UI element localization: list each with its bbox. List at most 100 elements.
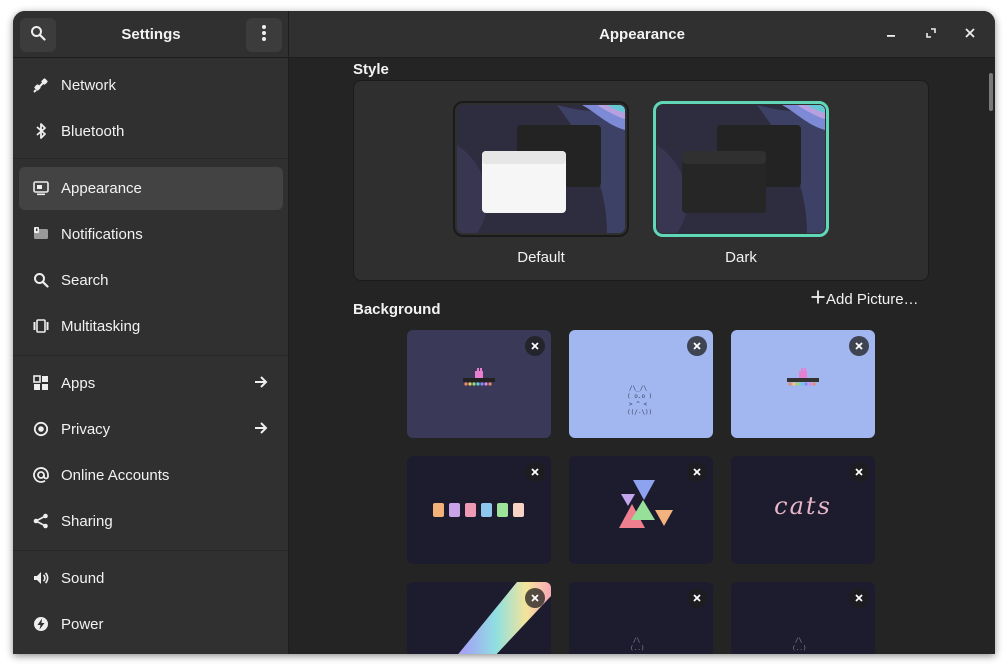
sidebar-title: Settings	[121, 26, 181, 43]
wallpaper-thumbnail[interactable]	[407, 456, 551, 564]
search-button[interactable]	[20, 18, 56, 52]
wallpaper-thumbnail[interactable]: /\ (..)	[569, 582, 713, 654]
svg-text:( o.o ): ( o.o )	[627, 393, 652, 400]
appearance-icon	[33, 179, 49, 197]
sidebar-item-label: Network	[61, 77, 117, 94]
online-accounts-icon	[33, 466, 49, 484]
main-menu-button[interactable]	[246, 18, 282, 52]
style-preview-dark	[657, 105, 825, 233]
appearance-content: Style Default Dark Background Add Pictur…	[289, 59, 995, 654]
sidebar-item-bluetooth[interactable]: Bluetooth	[19, 110, 283, 153]
sidebar-item-label: Power	[61, 616, 104, 633]
apps-icon	[33, 374, 49, 392]
wallpaper-thumbnail[interactable]: /\ (..)	[731, 582, 875, 654]
sidebar-item-power[interactable]: Power	[19, 603, 283, 646]
sidebar-item-label: Search	[61, 272, 109, 289]
cats-text: cats	[774, 492, 832, 520]
remove-wallpaper-button[interactable]	[849, 588, 869, 608]
power-icon	[33, 615, 49, 633]
background-section-title: Background	[353, 301, 441, 318]
close-icon	[855, 463, 863, 481]
sidebar-separator	[13, 158, 289, 159]
close-icon	[855, 337, 863, 355]
sharing-icon	[33, 512, 49, 530]
svg-text:/\_/\: /\_/\	[629, 385, 647, 392]
wallpaper-thumbnail[interactable]: cats	[731, 456, 875, 564]
wallpaper-thumbnail[interactable]: /\_/\ ( o.o ) > ^ < ((/-\))	[569, 330, 713, 438]
remove-wallpaper-button[interactable]	[525, 336, 545, 356]
close-button[interactable]	[957, 22, 983, 48]
sidebar: Settings Network Bluetooth Appearance No…	[13, 11, 289, 654]
close-icon	[531, 463, 539, 481]
sound-icon	[33, 569, 49, 587]
plus-icon	[811, 290, 825, 308]
arrow-right-icon	[253, 420, 269, 438]
multitasking-icon	[33, 317, 49, 335]
sidebar-item-search[interactable]: Search	[19, 259, 283, 302]
sidebar-item-sound[interactable]: Sound	[19, 557, 283, 600]
wallpaper-thumbnail[interactable]	[407, 330, 551, 438]
close-icon	[531, 337, 539, 355]
svg-text:/\: /\	[795, 637, 803, 644]
svg-text:(..): (..)	[630, 645, 644, 652]
sidebar-item-label: Sharing	[61, 513, 113, 530]
sidebar-item-appearance[interactable]: Appearance	[19, 167, 283, 210]
sidebar-item-online-accounts[interactable]: Online Accounts	[19, 454, 283, 497]
network-icon	[33, 76, 49, 94]
close-icon	[693, 589, 701, 607]
style-label-default: Default	[517, 249, 565, 266]
sidebar-item-label: Notifications	[61, 226, 143, 243]
remove-wallpaper-button[interactable]	[687, 588, 707, 608]
wallpaper-thumbnail[interactable]	[569, 456, 713, 564]
search-icon	[33, 271, 49, 289]
svg-text:(..): (..)	[792, 645, 806, 652]
remove-wallpaper-button[interactable]	[687, 336, 707, 356]
privacy-icon	[33, 420, 49, 438]
minimize-button[interactable]	[878, 22, 904, 48]
maximize-icon	[925, 26, 937, 44]
remove-wallpaper-button[interactable]	[525, 462, 545, 482]
headerbar: Appearance	[289, 11, 995, 58]
main-panel: Appearance Style Default Dark Background…	[289, 11, 995, 654]
close-icon	[855, 589, 863, 607]
sidebar-item-notifications[interactable]: Notifications	[19, 213, 283, 256]
style-label-dark: Dark	[725, 249, 757, 266]
close-icon	[693, 337, 701, 355]
settings-window: Settings Network Bluetooth Appearance No…	[13, 11, 995, 654]
vertical-dots-icon	[261, 24, 267, 47]
notifications-icon	[33, 225, 49, 243]
sidebar-item-apps[interactable]: Apps	[19, 362, 283, 405]
style-preview-default	[457, 105, 625, 233]
close-icon	[964, 26, 976, 44]
sidebar-separator	[13, 355, 289, 356]
remove-wallpaper-button[interactable]	[525, 588, 545, 608]
style-section-title: Style	[353, 61, 389, 78]
remove-wallpaper-button[interactable]	[687, 462, 707, 482]
sidebar-item-label: Appearance	[61, 180, 142, 197]
sidebar-item-multitasking[interactable]: Multitasking	[19, 305, 283, 348]
bluetooth-icon	[33, 122, 49, 140]
sidebar-header: Settings	[13, 11, 289, 58]
sidebar-separator	[13, 550, 289, 551]
minimize-icon	[885, 26, 897, 44]
sidebar-item-label: Bluetooth	[61, 123, 125, 140]
style-option-dark[interactable]	[653, 101, 829, 237]
add-picture-button[interactable]: Add Picture…	[811, 289, 919, 309]
remove-wallpaper-button[interactable]	[849, 336, 869, 356]
wallpaper-thumbnail[interactable]	[407, 582, 551, 654]
svg-text:> ^ <: > ^ <	[629, 401, 647, 408]
svg-text:((/-\)): ((/-\))	[627, 409, 652, 416]
close-icon	[693, 463, 701, 481]
sidebar-item-sharing[interactable]: Sharing	[19, 500, 283, 543]
sidebar-item-privacy[interactable]: Privacy	[19, 408, 283, 451]
wallpaper-thumbnail[interactable]	[731, 330, 875, 438]
search-icon	[30, 25, 46, 46]
remove-wallpaper-button[interactable]	[849, 462, 869, 482]
scrollbar[interactable]	[989, 73, 993, 111]
sidebar-item-label: Sound	[61, 570, 105, 587]
svg-text:/\: /\	[633, 637, 641, 644]
maximize-button[interactable]	[918, 22, 944, 48]
style-option-default[interactable]	[453, 101, 629, 237]
sidebar-item-label: Multitasking	[61, 318, 141, 335]
sidebar-item-network[interactable]: Network	[19, 64, 283, 107]
